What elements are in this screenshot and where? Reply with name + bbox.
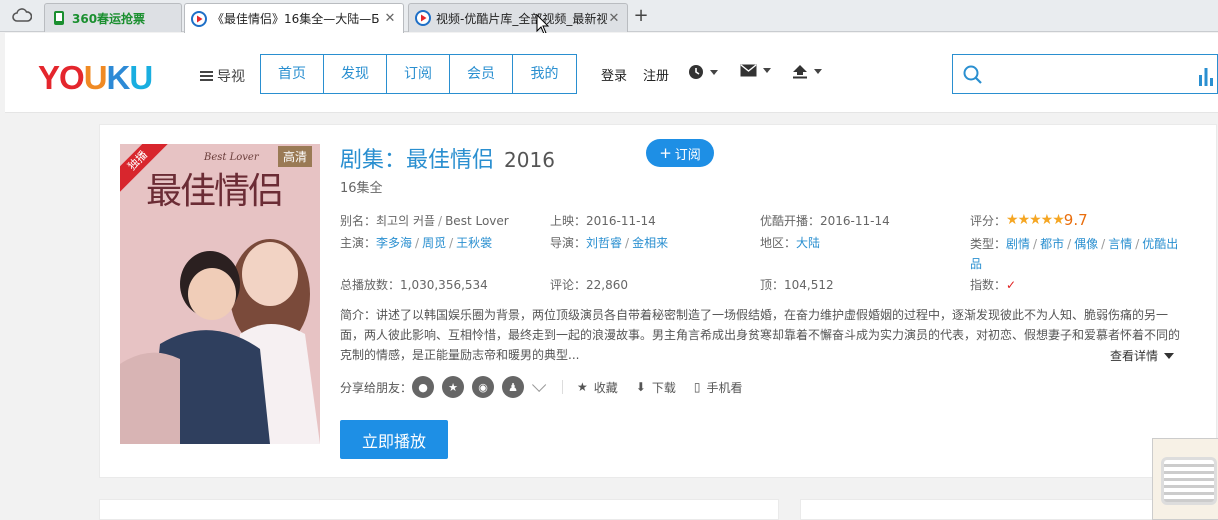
search-icon[interactable] bbox=[963, 65, 983, 88]
region-info: 地区：大陆 bbox=[760, 236, 821, 250]
cast-link[interactable]: 周觅 bbox=[422, 236, 446, 250]
region-link[interactable]: 大陆 bbox=[796, 236, 820, 250]
view-details-button[interactable]: 查看详情 bbox=[1110, 347, 1175, 364]
cast-link[interactable]: 王秋裳 bbox=[456, 236, 492, 250]
subscribe-button[interactable]: + 订阅 bbox=[646, 139, 714, 167]
message-menu[interactable] bbox=[740, 64, 771, 77]
clock-icon bbox=[689, 65, 703, 79]
chevron-down-icon[interactable] bbox=[532, 377, 547, 392]
poster-title-art: 最佳情侣 bbox=[146, 171, 284, 212]
download-button[interactable]: ⬇ 下载 bbox=[636, 379, 676, 396]
youku-premiere-info: 优酷开播：2016-11-14 bbox=[760, 214, 890, 228]
main-nav: 首页 发现 订阅 会员 我的 bbox=[260, 54, 577, 94]
chevron-down-icon bbox=[1164, 352, 1175, 359]
lower-panel-left bbox=[99, 499, 779, 520]
genre-link[interactable]: 偶像 bbox=[1074, 237, 1098, 251]
tab-youku-library[interactable]: 视频-优酷片库_全部视频_最新视 ✕ bbox=[408, 3, 628, 32]
release-info: 上映：2016-11-14 bbox=[550, 214, 656, 228]
tab-360-tickets[interactable]: 360春运抢票 bbox=[44, 3, 182, 32]
show-year: 2016 bbox=[504, 148, 555, 172]
episode-count: 16集全 bbox=[340, 181, 383, 196]
phone-icon bbox=[51, 10, 67, 26]
show-info-card: 独播 Best Lover 最佳情侣 高清 剧集：最佳情侣 2016 + 订阅 … bbox=[99, 124, 1217, 478]
share-bar: 分享给朋友： ● ★ ◉ ♟ ★ 收藏 ⬇ 下载 ▯ 手机看 bbox=[340, 376, 761, 398]
search-box bbox=[952, 54, 1218, 94]
new-tab-button[interactable]: + bbox=[630, 5, 652, 27]
genre-info: 类型：剧情 / 都市 / 偶像 / 言情 / 优酷出品 bbox=[970, 237, 1179, 271]
mail-icon bbox=[740, 64, 757, 77]
nav-home[interactable]: 首页 bbox=[261, 55, 324, 93]
subscribe-label: 订阅 bbox=[674, 147, 701, 163]
score-value: 9.7 bbox=[1063, 211, 1088, 229]
guide-label: 导视 bbox=[217, 69, 245, 85]
nav-subscribe[interactable]: 订阅 bbox=[387, 55, 450, 93]
show-description: 简介：讲述了以韩国娱乐圈为背景，两位顶级演员各自带着秘密制造了一场假结婚，在奋力… bbox=[340, 308, 1181, 362]
close-icon[interactable]: ✕ bbox=[383, 11, 397, 26]
trend-check-icon[interactable]: ✓ bbox=[1006, 278, 1016, 292]
upload-icon bbox=[793, 65, 807, 79]
genre-link[interactable]: 剧情 bbox=[1006, 237, 1030, 251]
chevron-down-icon bbox=[763, 68, 771, 73]
tab-title: 视频-优酷片库_全部视频_最新视 bbox=[436, 11, 607, 26]
share-label: 分享给朋友： bbox=[340, 380, 413, 395]
likes-info: 顶：104,512 bbox=[760, 278, 834, 292]
youku-play-icon bbox=[415, 10, 431, 26]
register-link[interactable]: 注册 bbox=[643, 65, 669, 84]
star-rating-icon: ★★★★★ bbox=[1006, 212, 1065, 228]
plus-icon: + bbox=[659, 144, 672, 162]
site-header: YOUKU 导视 首页 发现 订阅 会员 我的 登录 注册 bbox=[5, 33, 1218, 113]
youku-logo[interactable]: YOUKU bbox=[38, 61, 153, 95]
search-input[interactable] bbox=[989, 63, 1189, 85]
total-plays-info: 总播放数：1,030,356,534 bbox=[340, 278, 488, 292]
cast-link[interactable]: 李多海 bbox=[376, 236, 412, 250]
qq-icon[interactable]: ♟ bbox=[502, 376, 525, 398]
youku-play-icon bbox=[191, 10, 207, 27]
cast-info: 主演：李多海 / 周觅 / 王秋裳 bbox=[340, 236, 493, 250]
chevron-down-icon bbox=[814, 69, 822, 74]
browser-tab-bar: 360春运抢票 《最佳情侣》16集全—大陆—Б ✕ 视频-优酷片库_全部视频_最… bbox=[0, 0, 1218, 35]
alias-info: 别名：최고의 커플 / Best Lover bbox=[340, 214, 509, 228]
tab-title: 360春运抢票 bbox=[72, 11, 146, 26]
show-category-title[interactable]: 剧集：最佳情侣 bbox=[340, 142, 494, 174]
comments-info: 评论：22,860 bbox=[550, 278, 629, 292]
play-now-button[interactable]: 立即播放 bbox=[340, 420, 448, 459]
director-link[interactable]: 刘哲睿 bbox=[586, 236, 622, 250]
nav-mine[interactable]: 我的 bbox=[513, 55, 576, 93]
qzone-icon[interactable]: ★ bbox=[442, 376, 465, 398]
score-info: 评分： ★★★★★ 9.7 bbox=[970, 211, 1088, 229]
guide-menu-button[interactable]: 导视 bbox=[200, 66, 245, 86]
star-icon: ★ bbox=[577, 380, 588, 394]
hd-badge: 高清 bbox=[277, 146, 312, 167]
nav-discover[interactable]: 发现 bbox=[324, 55, 387, 93]
director-info: 导演：刘哲睿 / 金相来 bbox=[550, 236, 669, 250]
divider bbox=[562, 380, 564, 394]
show-title: 剧集：最佳情侣 2016 bbox=[340, 142, 555, 174]
favorite-button[interactable]: ★ 收藏 bbox=[577, 379, 618, 396]
mobile-icon: ▯ bbox=[693, 380, 701, 394]
history-menu[interactable] bbox=[688, 64, 718, 80]
close-icon[interactable]: ✕ bbox=[607, 11, 621, 26]
heater-image bbox=[1161, 457, 1217, 505]
director-link[interactable]: 金相来 bbox=[632, 236, 668, 250]
hamburger-icon bbox=[200, 71, 213, 81]
mobile-watch-button[interactable]: ▯ 手机看 bbox=[694, 379, 743, 396]
trending-chart-icon[interactable] bbox=[1198, 66, 1214, 89]
genre-link[interactable]: 言情 bbox=[1108, 237, 1132, 251]
index-info: 指数：✓ bbox=[970, 278, 1017, 292]
show-poster[interactable]: 独播 Best Lover 最佳情侣 高清 bbox=[120, 144, 320, 444]
weibo-icon[interactable]: ◉ bbox=[472, 376, 495, 398]
tab-title: 《最佳情侣》16集全—大陆—Б bbox=[212, 12, 380, 26]
floating-ad-widget[interactable] bbox=[1152, 438, 1218, 520]
tab-best-lover[interactable]: 《最佳情侣》16集全—大陆—Б ✕ bbox=[184, 3, 404, 33]
genre-link[interactable]: 都市 bbox=[1040, 237, 1064, 251]
upload-menu[interactable] bbox=[792, 64, 822, 79]
nav-vip[interactable]: 会员 bbox=[450, 55, 513, 93]
chevron-down-icon bbox=[710, 69, 718, 75]
cloud-icon[interactable] bbox=[12, 7, 33, 25]
wechat-icon[interactable]: ● bbox=[412, 376, 435, 398]
login-link[interactable]: 登录 bbox=[601, 65, 627, 84]
download-icon: ⬇ bbox=[635, 380, 646, 394]
